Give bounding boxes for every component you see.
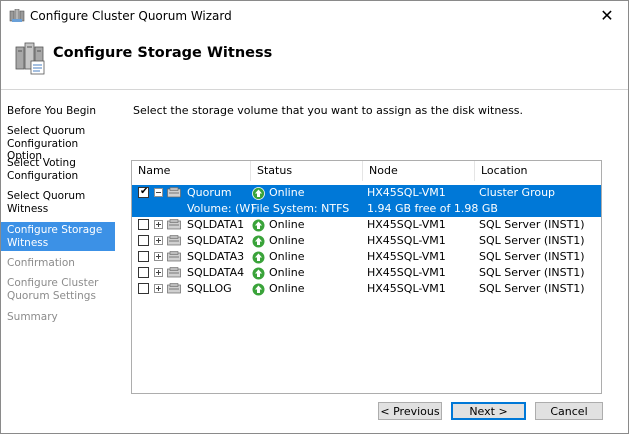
- row-checkbox[interactable]: [138, 283, 149, 294]
- row-checkbox[interactable]: [138, 235, 149, 246]
- disk-icon: [167, 283, 181, 300]
- close-icon[interactable]: ✕: [596, 5, 618, 27]
- row-location: SQL Server (INST1): [479, 234, 585, 247]
- step-select-voting-configuration[interactable]: Select Voting Configuration: [1, 157, 115, 185]
- column-header-location[interactable]: Location: [481, 161, 528, 181]
- window-title: Configure Cluster Quorum Wizard: [30, 9, 232, 23]
- storage-volume-list[interactable]: Name Status Node Location ✔ Quorum Onlin…: [131, 160, 602, 394]
- cancel-button[interactable]: Cancel: [535, 402, 603, 420]
- table-row[interactable]: SQLLOG Online HX45SQL-VM1 SQL Server (IN…: [132, 281, 601, 297]
- row-checkbox[interactable]: [138, 219, 149, 230]
- row-name: SQLDATA2: [187, 234, 245, 247]
- row-checkbox[interactable]: [138, 267, 149, 278]
- row-status: Online: [269, 186, 305, 199]
- column-divider[interactable]: [250, 161, 251, 181]
- collapse-icon[interactable]: [154, 188, 163, 197]
- file-system-text: File System: NTFS: [251, 202, 350, 215]
- expand-icon[interactable]: [154, 252, 163, 261]
- step-select-quorum-witness[interactable]: Select Quorum Witness: [1, 190, 115, 218]
- table-row[interactable]: SQLDATA1 Online HX45SQL-VM1 SQL Server (…: [132, 217, 601, 233]
- wizard-content: Select the storage volume that you want …: [119, 90, 628, 433]
- column-divider[interactable]: [474, 161, 475, 181]
- previous-button[interactable]: < Previous: [378, 402, 442, 420]
- row-location: SQL Server (INST1): [479, 266, 585, 279]
- expand-icon[interactable]: [154, 268, 163, 277]
- wizard-header: Configure Storage Witness: [1, 31, 628, 90]
- table-row[interactable]: SQLDATA3 Online HX45SQL-VM1 SQL Server (…: [132, 249, 601, 265]
- step-before-you-begin[interactable]: Before You Begin: [1, 105, 115, 118]
- online-status-icon: [252, 283, 265, 301]
- page-title: Configure Storage Witness: [53, 45, 273, 61]
- wizard-window: Configure Cluster Quorum Wizard ✕ Config…: [0, 0, 629, 434]
- row-location: SQL Server (INST1): [479, 282, 585, 295]
- row-name: SQLDATA1: [187, 218, 245, 231]
- table-row[interactable]: SQLDATA4 Online HX45SQL-VM1 SQL Server (…: [132, 265, 601, 281]
- row-name: SQLDATA4: [187, 266, 245, 279]
- row-status: Online: [269, 250, 305, 263]
- checkmark-icon: ✔: [140, 186, 149, 197]
- cluster-quorum-icon: [14, 42, 46, 79]
- expand-icon[interactable]: [154, 236, 163, 245]
- row-location: SQL Server (INST1): [479, 250, 585, 263]
- row-checkbox[interactable]: ✔: [138, 186, 149, 198]
- column-header-status[interactable]: Status: [257, 161, 292, 181]
- row-name: SQLLOG: [187, 282, 232, 295]
- title-bar[interactable]: Configure Cluster Quorum Wizard ✕: [1, 1, 628, 31]
- table-row[interactable]: ✔ Quorum Online HX45SQL-VM1 Cluster Grou…: [132, 185, 601, 201]
- row-node: HX45SQL-VM1: [367, 250, 446, 263]
- row-status: Online: [269, 266, 305, 279]
- row-node: HX45SQL-VM1: [367, 234, 446, 247]
- next-button[interactable]: Next >: [451, 402, 526, 420]
- row-name: SQLDATA3: [187, 250, 245, 263]
- column-divider[interactable]: [362, 161, 363, 181]
- step-confirmation: Confirmation: [7, 257, 75, 269]
- table-row-detail[interactable]: Volume: (W) File System: NTFS 1.94 GB fr…: [132, 201, 601, 217]
- step-select-quorum-configuration-option[interactable]: Select Quorum Configuration Option: [1, 125, 115, 162]
- row-status: Online: [269, 282, 305, 295]
- column-header-node[interactable]: Node: [369, 161, 398, 181]
- row-name: Quorum: [187, 186, 232, 199]
- column-header-name[interactable]: Name: [138, 161, 170, 181]
- row-node: HX45SQL-VM1: [367, 186, 446, 199]
- expand-icon[interactable]: [154, 284, 163, 293]
- table-row[interactable]: SQLDATA2 Online HX45SQL-VM1 SQL Server (…: [132, 233, 601, 249]
- row-node: HX45SQL-VM1: [367, 282, 446, 295]
- row-status: Online: [269, 234, 305, 247]
- step-summary: Summary: [7, 311, 58, 323]
- row-node: HX45SQL-VM1: [367, 266, 446, 279]
- wizard-steps-sidebar: Before You Begin Select Quorum Configura…: [1, 90, 115, 433]
- volume-label: Volume: (W): [187, 202, 255, 215]
- row-checkbox[interactable]: [138, 251, 149, 262]
- row-location: SQL Server (INST1): [479, 218, 585, 231]
- row-status: Online: [269, 218, 305, 231]
- free-space-text: 1.94 GB free of 1.98 GB: [367, 202, 498, 215]
- expand-icon[interactable]: [154, 220, 163, 229]
- instruction-text: Select the storage volume that you want …: [133, 104, 524, 117]
- row-node: HX45SQL-VM1: [367, 218, 446, 231]
- cluster-app-icon: [9, 8, 25, 26]
- step-configure-storage-witness[interactable]: Configure Storage Witness: [1, 222, 115, 251]
- row-location: Cluster Group: [479, 186, 556, 199]
- step-configure-cluster-quorum-settings: Configure Cluster Quorum Settings: [7, 277, 99, 302]
